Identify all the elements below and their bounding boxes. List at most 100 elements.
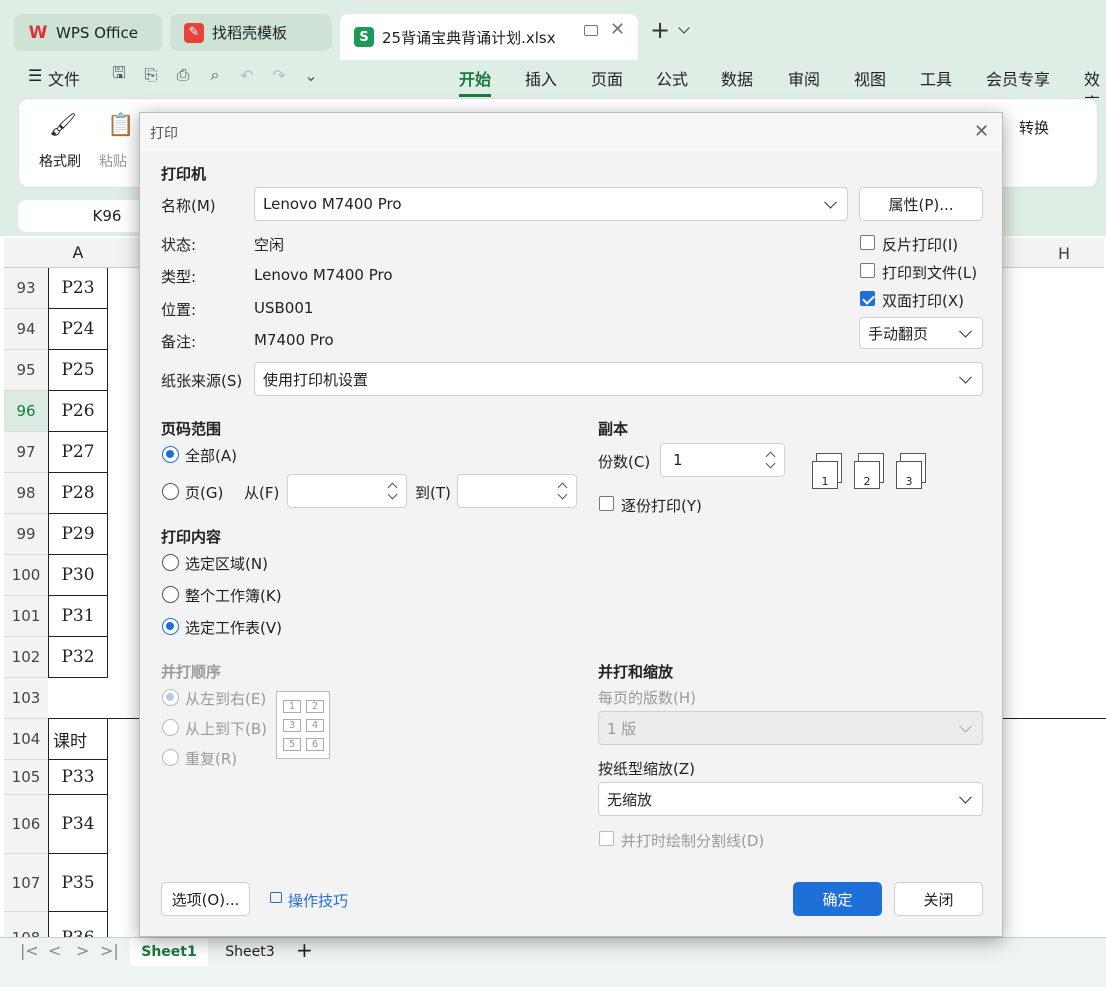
row-header[interactable]: 99	[4, 514, 48, 555]
paper-source-select[interactable]: 使用打印机设置	[254, 362, 983, 396]
tab-spreadsheet[interactable]: S 25背诵宝典背诵计划.xlsx ✕	[340, 14, 638, 60]
cell-a[interactable]: P31	[48, 596, 108, 637]
location-value: USB001	[254, 299, 314, 317]
printer-name-select[interactable]: Lenovo M7400 Pro	[254, 187, 848, 221]
cell-a[interactable]: P27	[48, 432, 108, 473]
dialog-close-icon[interactable]: ✕	[974, 121, 989, 142]
ok-button[interactable]: 确定	[793, 882, 882, 916]
cell-a[interactable]: P24	[48, 309, 108, 350]
chevron-down-icon[interactable]	[678, 22, 690, 34]
menu-tab-home[interactable]: 开始	[459, 66, 492, 97]
spin-down-icon[interactable]	[387, 489, 398, 500]
close-icon[interactable]: ✕	[610, 19, 625, 40]
page-range-pages-radio[interactable]	[162, 483, 179, 500]
scale-select[interactable]: 无缩放	[598, 782, 983, 816]
row-header[interactable]: 106	[4, 795, 48, 854]
row-header[interactable]: 96	[4, 391, 48, 432]
row-header[interactable]: 94	[4, 309, 48, 350]
row-header[interactable]: 101	[4, 596, 48, 637]
spin-down-icon[interactable]	[765, 458, 776, 469]
duplex-mode-select[interactable]: 手动翻页	[859, 317, 983, 349]
cell-a[interactable]: P35	[48, 854, 108, 912]
row-header[interactable]: 95	[4, 350, 48, 391]
first-sheet-icon[interactable]: |<	[20, 941, 39, 960]
row-header[interactable]: 104	[4, 719, 48, 760]
spin-down-icon[interactable]	[557, 489, 568, 500]
order-repeat-radio[interactable]	[162, 749, 179, 766]
hamburger-icon[interactable]: ☰	[28, 66, 42, 85]
collate-checkbox[interactable]	[599, 496, 614, 511]
menu-tab-review[interactable]: 审阅	[788, 66, 820, 90]
menu-tab-tools[interactable]: 工具	[920, 66, 952, 90]
new-tab-icon[interactable]: +	[650, 16, 670, 44]
export-icon[interactable]: ⎘	[140, 64, 162, 86]
menu-tab-page[interactable]: 页面	[591, 66, 623, 90]
menu-tab-insert[interactable]: 插入	[525, 66, 557, 90]
pages-per-sheet-select[interactable]: 1 版	[598, 711, 983, 745]
redo-icon[interactable]: ↷	[268, 64, 290, 86]
row-header[interactable]: 102	[4, 637, 48, 678]
cell-a[interactable]: 课时	[48, 719, 108, 760]
reverse-print-checkbox[interactable]	[860, 235, 875, 250]
cell-a[interactable]: P23	[48, 268, 108, 309]
menu-tab-formula[interactable]: 公式	[656, 66, 688, 90]
row-header[interactable]: 107	[4, 854, 48, 912]
menu-file[interactable]: 文件	[48, 66, 80, 90]
cell-a[interactable]: P33	[48, 760, 108, 795]
cell-a[interactable]: P26	[48, 391, 108, 432]
to-spinner[interactable]	[457, 474, 577, 508]
copies-heading: 副本	[598, 420, 629, 438]
print-workbook-radio[interactable]	[162, 586, 179, 603]
copies-spinner[interactable]: 1	[660, 443, 785, 477]
next-sheet-icon[interactable]: >	[76, 941, 89, 960]
options-button[interactable]: 选项(O)...	[161, 882, 250, 916]
column-header-h[interactable]: H	[1022, 238, 1106, 268]
undo-icon[interactable]: ↶	[236, 64, 258, 86]
menu-tab-view[interactable]: 视图	[854, 66, 886, 90]
cell-a[interactable]: P30	[48, 555, 108, 596]
menu-tab-member[interactable]: 会员专享	[986, 66, 1050, 90]
sheet-tab-sheet3[interactable]: Sheet3	[212, 938, 288, 966]
more-chevron-icon[interactable]: ⌄	[300, 64, 322, 86]
draw-lines-checkbox[interactable]	[599, 831, 614, 846]
cell-a[interactable]: P25	[48, 350, 108, 391]
column-header-a[interactable]: A	[48, 238, 108, 268]
close-button[interactable]: 关闭	[894, 882, 983, 916]
paste-button[interactable]: 粘贴	[99, 151, 127, 171]
select-all-corner[interactable]	[4, 238, 48, 268]
properties-button[interactable]: 属性(P)...	[859, 187, 983, 221]
window-icon[interactable]	[584, 25, 598, 36]
row-header[interactable]: 105	[4, 760, 48, 795]
cell-a[interactable]: P32	[48, 637, 108, 678]
cell-a[interactable]: P29	[48, 514, 108, 555]
add-sheet-icon[interactable]: +	[296, 938, 313, 962]
save-icon[interactable]: 🖫	[108, 63, 130, 86]
print-sheet-radio[interactable]	[162, 618, 179, 635]
last-sheet-icon[interactable]: >|	[100, 941, 119, 960]
row-header[interactable]: 103	[4, 678, 48, 719]
from-spinner[interactable]	[287, 474, 407, 508]
chevron-down-icon	[959, 324, 972, 338]
row-header[interactable]: 93	[4, 268, 48, 309]
row-header[interactable]: 97	[4, 432, 48, 473]
row-header[interactable]: 100	[4, 555, 48, 596]
print-to-file-checkbox[interactable]	[860, 263, 875, 278]
print-icon[interactable]: ⎙	[172, 64, 194, 86]
format-painter-button[interactable]: 格式刷	[39, 151, 81, 171]
print-selection-radio[interactable]	[162, 554, 179, 571]
page-range-all-radio[interactable]	[162, 446, 179, 463]
sheet-tab-sheet1[interactable]: Sheet1	[130, 938, 208, 966]
tab-wps-office[interactable]: W WPS Office	[14, 14, 162, 51]
convert-button[interactable]: 转换	[1019, 117, 1049, 138]
order-ltr-radio[interactable]	[162, 689, 179, 706]
menu-tab-data[interactable]: 数据	[721, 66, 753, 90]
tips-link[interactable]: 操作技巧	[288, 890, 348, 911]
prev-sheet-icon[interactable]: <	[48, 941, 61, 960]
print-preview-icon[interactable]: ⌕	[204, 64, 226, 86]
tab-docer-templates[interactable]: ✎ 找稻壳模板	[170, 14, 332, 51]
duplex-checkbox[interactable]	[860, 291, 875, 306]
cell-a[interactable]: P28	[48, 473, 108, 514]
row-header[interactable]: 98	[4, 473, 48, 514]
order-ttb-radio[interactable]	[162, 719, 179, 736]
cell-a[interactable]: P34	[48, 795, 108, 854]
